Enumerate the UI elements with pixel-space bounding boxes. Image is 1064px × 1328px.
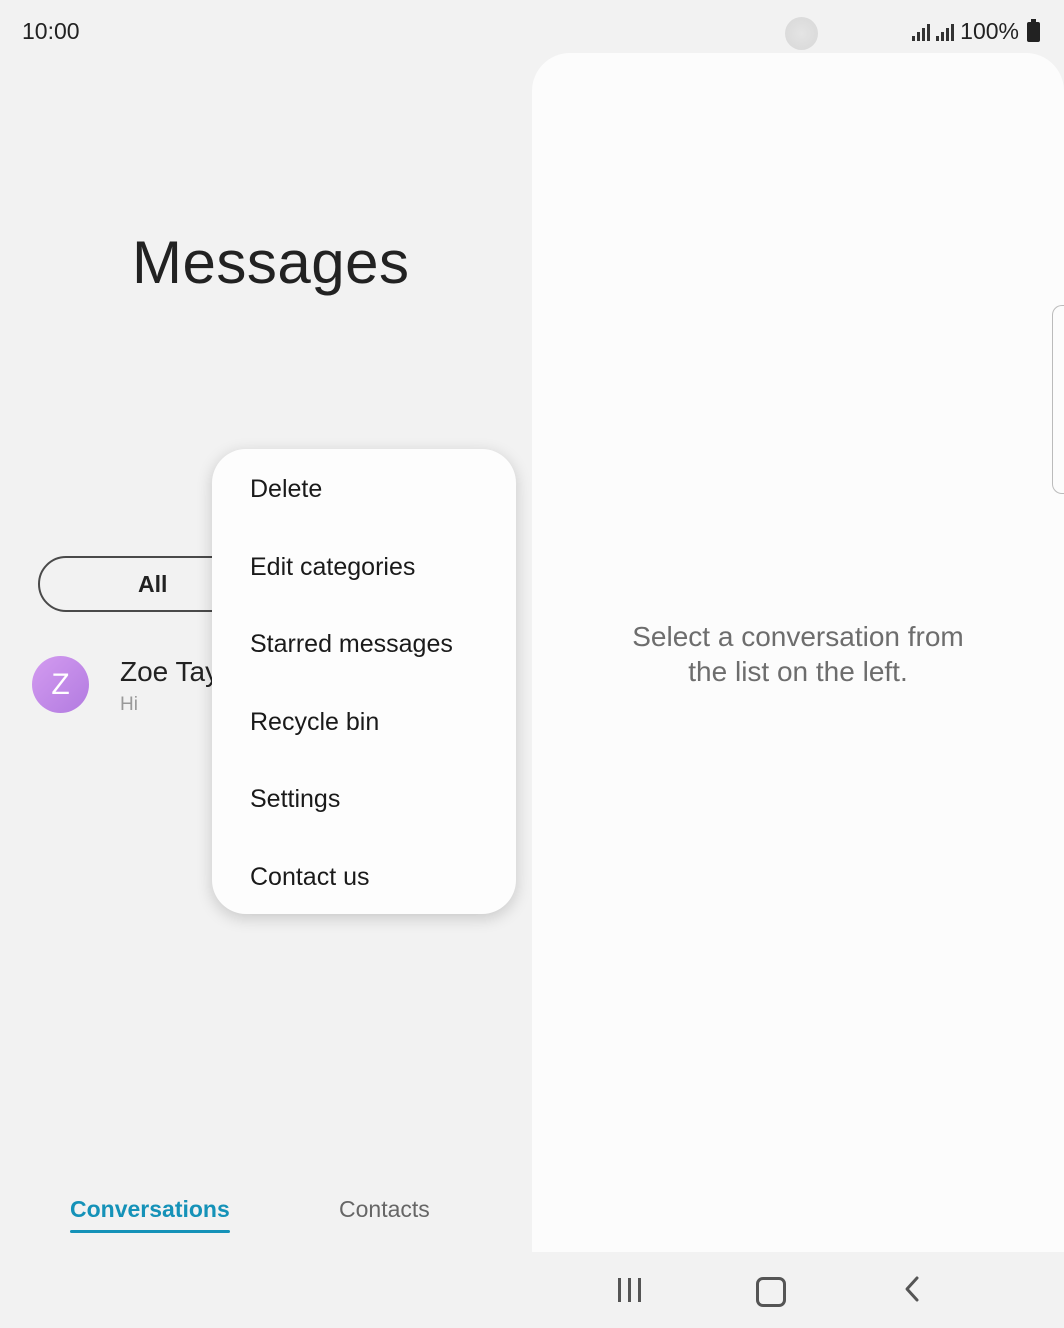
menu-item-edit-categories[interactable]: Edit categories [250,553,415,582]
home-icon[interactable] [756,1277,786,1307]
back-icon[interactable] [902,1275,922,1303]
battery-icon [1027,18,1040,42]
menu-item-starred-messages[interactable]: Starred messages [250,630,453,659]
signal-icon [912,23,931,41]
empty-state-line-1: Select a conversation from [632,621,964,652]
detail-pane: Select a conversation from the list on t… [532,53,1064,1252]
battery-percent: 100% [960,18,1019,44]
recent-apps-icon[interactable] [618,1278,641,1302]
bottom-tabs: Conversations Contacts [0,1190,532,1240]
menu-item-delete[interactable]: Delete [250,475,322,504]
conversation-name: Zoe Tay [120,656,220,687]
menu-item-recycle-bin[interactable]: Recycle bin [250,708,379,737]
signal-icon-2 [936,23,955,41]
page-title: Messages [132,229,410,296]
front-camera [785,17,818,50]
menu-item-contact-us[interactable]: Contact us [250,863,370,892]
tab-conversations[interactable]: Conversations [70,1196,230,1233]
empty-state-message: Select a conversation from the list on t… [532,619,1064,689]
conversation-snippet: Hi [120,694,138,715]
menu-item-settings[interactable]: Settings [250,785,340,814]
status-icons: 100% [912,18,1040,45]
empty-state-line-2: the list on the left. [688,656,908,687]
avatar: Z [32,656,89,713]
overflow-menu: Delete Edit categories Starred messages … [212,449,516,914]
navigation-bar [532,1252,1064,1328]
edge-panel-handle[interactable] [1052,305,1064,494]
tab-active-indicator [70,1230,230,1233]
status-time: 10:00 [22,18,80,44]
tab-conversations-label: Conversations [70,1196,230,1222]
tab-contacts[interactable]: Contacts [339,1196,430,1223]
